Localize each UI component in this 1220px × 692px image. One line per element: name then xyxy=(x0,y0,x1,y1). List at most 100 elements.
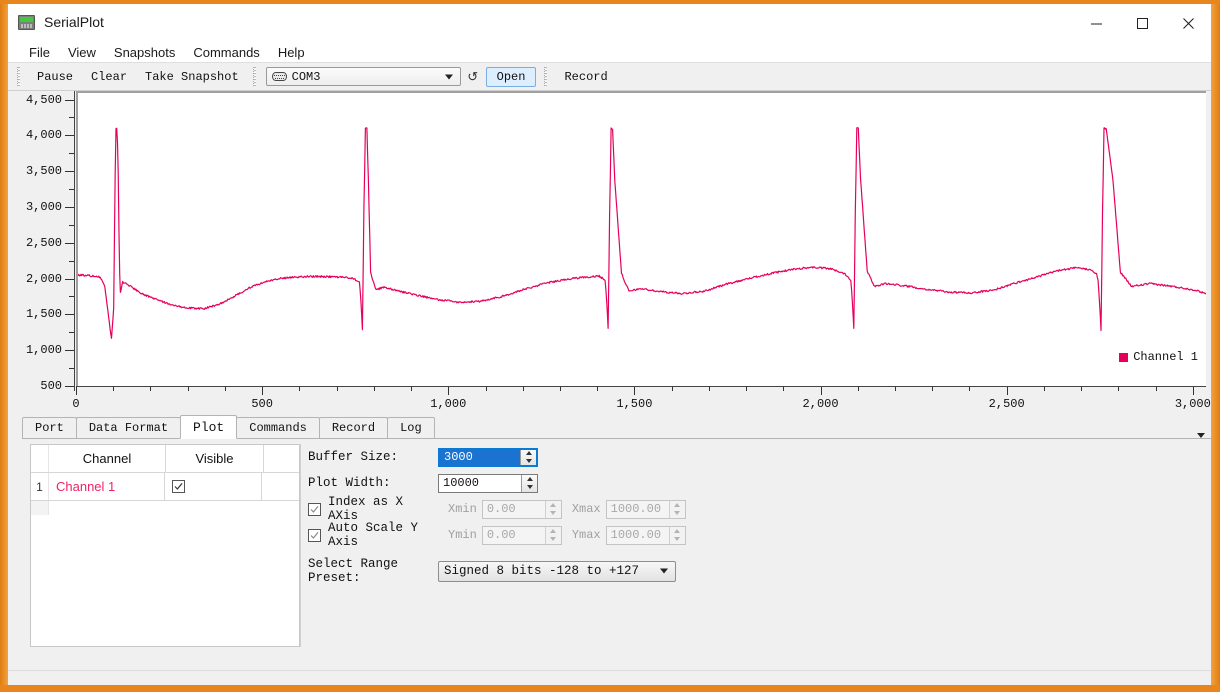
row-channel-name[interactable]: Channel 1 xyxy=(49,473,165,500)
y-tick xyxy=(65,350,74,352)
index-as-x-checkbox-group[interactable]: Index as X AXis xyxy=(308,495,438,523)
tab-plot[interactable]: Plot xyxy=(180,415,238,439)
x-tick-minor xyxy=(671,387,673,391)
toolbar-grip-1[interactable] xyxy=(17,67,23,86)
table-row[interactable]: 1 Channel 1 xyxy=(31,473,299,501)
channel-table: Channel Visible 1 Channel 1 xyxy=(30,444,300,647)
tabbar-overflow-chevron-down-icon[interactable] xyxy=(1197,433,1205,438)
refresh-icon: ↺ xyxy=(467,68,479,84)
maximize-button[interactable] xyxy=(1119,4,1165,42)
tab-data-format[interactable]: Data Format xyxy=(75,417,182,438)
minimize-icon xyxy=(1090,23,1102,24)
tab-commands[interactable]: Commands xyxy=(236,417,320,438)
x-tick xyxy=(76,387,77,395)
auto-scale-y-checkbox-group[interactable]: Auto Scale Y Axis xyxy=(308,521,438,549)
record-button[interactable]: Record xyxy=(555,67,616,87)
check-icon xyxy=(310,531,319,539)
stepper-up-icon[interactable] xyxy=(522,475,537,484)
x-tick xyxy=(262,387,264,395)
y-tick xyxy=(65,278,74,280)
clear-button[interactable]: Clear xyxy=(82,67,136,87)
x-tick-minor xyxy=(411,387,413,391)
range-preset-label: Select Range Preset: xyxy=(308,557,399,585)
settings-form: Buffer Size: 3000 Plot Width: 10000 Inde… xyxy=(308,444,686,585)
plot-region: 500 1,000 1,500 2,000 2,500 3,000 3,500 4,000 4,… xyxy=(8,91,1211,416)
row-index: 1 xyxy=(31,473,49,500)
x-axis-spine xyxy=(76,386,1206,387)
y-tick-label: 2,000 xyxy=(25,271,62,286)
menu-view[interactable]: View xyxy=(59,44,105,61)
legend-color-swatch xyxy=(1119,352,1129,362)
toolbar-grip-2[interactable] xyxy=(252,67,259,86)
stepper-down-icon xyxy=(670,509,685,518)
index-as-x-checkbox[interactable] xyxy=(308,502,321,516)
y-tick-minor xyxy=(69,368,74,370)
y-tick-minor xyxy=(69,224,74,226)
tab-port[interactable]: Port xyxy=(22,417,77,438)
y-tick xyxy=(65,314,74,316)
x-tick-minor xyxy=(895,387,896,391)
x-tick xyxy=(820,387,822,395)
toolbar-grip-3[interactable] xyxy=(544,67,551,86)
tab-log[interactable]: Log xyxy=(387,417,435,438)
menu-help[interactable]: Help xyxy=(269,44,314,61)
menu-snapshots[interactable]: Snapshots xyxy=(105,44,184,61)
x-axis: 0 500 1,000 1,500 2,000 2,500 3,000 xyxy=(72,386,1211,416)
stepper-up-icon xyxy=(546,501,561,510)
y-tick xyxy=(65,171,74,173)
serial-port-icon xyxy=(271,72,287,81)
visible-checkbox[interactable] xyxy=(172,480,185,493)
ymin-label: Ymin xyxy=(448,528,477,542)
minimize-button[interactable] xyxy=(1073,4,1119,42)
index-as-x-row: Index as X AXis Xmin 0.00 Xmax 1000.00 xyxy=(308,495,686,523)
x-tick-minor xyxy=(336,387,338,391)
x-tick xyxy=(448,387,450,395)
channel-1-trace xyxy=(78,127,1206,339)
y-tick-minor xyxy=(69,260,74,262)
pause-button[interactable]: Pause xyxy=(28,67,82,87)
stepper-up-icon xyxy=(670,501,685,510)
x-tick-label: 500 xyxy=(251,397,273,411)
plot-canvas[interactable]: Channel 1 xyxy=(76,91,1206,386)
window-frame-right xyxy=(1211,0,1220,692)
port-select[interactable]: COM3 xyxy=(265,67,461,86)
xmax-stepper xyxy=(668,500,685,518)
tab-record[interactable]: Record xyxy=(318,417,389,438)
plot-width-stepper[interactable] xyxy=(521,474,537,492)
close-button[interactable] xyxy=(1165,4,1211,42)
menu-file[interactable]: File xyxy=(20,44,59,61)
refresh-ports-button[interactable]: ↺ xyxy=(463,67,483,87)
stepper-up-icon[interactable] xyxy=(521,450,536,458)
x-tick-minor xyxy=(746,387,748,391)
y-tick-label: 1,000 xyxy=(25,343,62,358)
buffer-size-input[interactable]: 3000 xyxy=(438,447,538,467)
x-tick-minor xyxy=(522,387,524,391)
menu-bar: File View Snapshots Commands Help xyxy=(8,42,1211,62)
stepper-down-icon[interactable] xyxy=(522,483,537,492)
plot-width-input[interactable]: 10000 xyxy=(438,473,538,493)
xmax-input: 1000.00 xyxy=(605,499,686,519)
settings-tabbar: Port Data Format Plot Commands Record Lo… xyxy=(22,415,1211,439)
x-tick-minor xyxy=(373,387,375,391)
ymax-stepper xyxy=(668,526,685,544)
xmax-label: Xmax xyxy=(571,502,601,516)
y-tick-minor xyxy=(69,189,74,191)
open-port-button[interactable]: Open xyxy=(485,66,537,87)
range-preset-select[interactable]: Signed 8 bits -128 to +127 xyxy=(438,560,676,582)
y-tick-label: 3,000 xyxy=(25,199,62,214)
stepper-down-icon[interactable] xyxy=(521,457,536,465)
xmin-input: 0.00 xyxy=(481,499,562,519)
app-icon xyxy=(18,15,35,30)
auto-scale-y-checkbox[interactable] xyxy=(308,528,321,542)
buffer-size-row: Buffer Size: 3000 xyxy=(308,444,686,470)
menu-commands[interactable]: Commands xyxy=(184,44,268,61)
buffer-size-stepper[interactable] xyxy=(520,449,536,465)
x-tick xyxy=(1192,387,1194,395)
x-tick-label: 2,000 xyxy=(802,397,839,411)
check-icon xyxy=(174,483,183,490)
title-bar: SerialPlot xyxy=(8,4,1211,42)
x-tick-minor xyxy=(708,387,710,391)
ymin-input: 0.00 xyxy=(481,525,562,545)
take-snapshot-button[interactable]: Take Snapshot xyxy=(136,67,248,87)
x-tick-minor xyxy=(1043,387,1045,391)
